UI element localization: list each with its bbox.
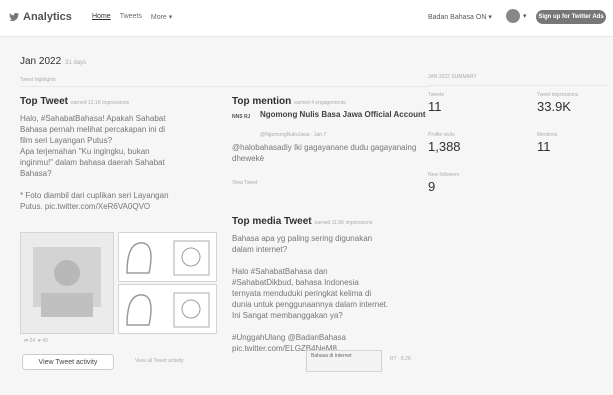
nav-tweets[interactable]: Tweets (120, 13, 142, 21)
top-tweet-meta: earned 12.1K impressions (70, 100, 130, 106)
stat-impressions: Tweet impressions 33.9K (537, 92, 578, 114)
top-mention-title: Top mention (232, 96, 292, 107)
tweet-text-line: dalam internet? (232, 245, 288, 254)
brand-label: Analytics (23, 11, 72, 23)
stat-profile-visits: Profile visits 1,388 (428, 132, 461, 154)
divider (20, 86, 430, 87)
top-media-title: Top media Tweet (232, 216, 312, 227)
tweet-text-line: dunia untuk penggunaannya dalam internet… (232, 300, 389, 309)
mention-account-name[interactable]: Ngomong Nulis Basa Jawa Official Account (260, 110, 430, 120)
top-media-card: Top media Tweet earned 11.5K impressions … (232, 216, 427, 354)
nav-home[interactable]: Home (92, 13, 111, 21)
engagement-row: ⇄ 24 ♥ 40 (24, 338, 48, 344)
tweet-text-line: Halo #SahabatBahasa dan (232, 267, 328, 276)
mention-account-logo: NNS RJ (232, 114, 251, 120)
month-label: Jan 2022 (20, 56, 62, 67)
top-bar: Analytics Home Tweets More ▾ Badan Bahas… (0, 0, 613, 37)
cartoon-placeholder (126, 292, 210, 328)
top-mention-meta: earned 4 engagements (294, 100, 346, 106)
stat-label: Tweets (428, 92, 444, 98)
signup-ads-button[interactable]: Sign up for Twitter Ads (536, 10, 606, 24)
mention-handle[interactable]: @NgomongNulisJawa · Jan 7 (260, 132, 326, 138)
tweet-text-line: Ini Sangat membanggakan ya? (232, 311, 343, 320)
top-tweet-card: Top Tweet earned 12.1K impressions Halo, … (20, 96, 215, 212)
top-mention-heading: Top mention earned 4 engagements (232, 96, 427, 107)
tweet-text-line (232, 255, 427, 266)
main-nav: Home Tweets More ▾ (92, 13, 172, 21)
stat-new-followers: New followers 9 (428, 172, 459, 194)
tweet-text-line: Bahasa apa yg paling sering digunakan (232, 234, 373, 243)
stats-divider (428, 85, 608, 86)
top-media-text: Bahasa apa yg paling sering digunakan dal… (232, 233, 427, 354)
account-switcher[interactable]: Badan Bahasa ON ▾ (428, 13, 492, 21)
tweet-text-line: #UnggahUlang @BadanBahasa (232, 333, 346, 342)
tweet-text-line: inginmu!" dalam bahasa daerah Sahabat (20, 158, 165, 167)
top-media-heading: Top media Tweet earned 11.5K impressions (232, 216, 427, 227)
stat-value: 1,388 (428, 139, 461, 154)
avatar[interactable] (506, 9, 520, 23)
media-share-count: RT · 8.2K (390, 356, 412, 362)
tweet-text-line: #SahabatDikbud, bahasa Indonesia (232, 278, 359, 287)
media-thumbnail[interactable]: Bahasa di Internet (306, 350, 382, 372)
retweet-count: 24 (29, 338, 36, 344)
period-title: Jan 2022 31 days (20, 56, 86, 67)
top-tweet-text: Halo, #SahabatBahasa! Apakah Sahabat Baha… (20, 113, 215, 212)
stat-label: New followers (428, 172, 460, 178)
view-mention-link[interactable]: View Tweet (232, 180, 257, 186)
stat-value: 11 (428, 99, 442, 114)
like-count: 40 (42, 338, 48, 344)
tweet-text-line: film seri Layangan Putus? (20, 136, 113, 145)
brand[interactable]: Analytics (8, 11, 72, 23)
top-tweet-title: Top Tweet (20, 96, 68, 107)
tweet-text-line: ternyata menduduki peringkat kelima di (232, 289, 372, 298)
tweet-text-line (232, 321, 427, 332)
tweet-image-1[interactable] (20, 232, 114, 334)
like-icon: ♥ (37, 338, 41, 344)
stat-label: Tweet impressions (537, 92, 579, 98)
tweet-text-line: Apa terjemahan "Ku ingingku, bukan (20, 147, 150, 156)
tweet-text-line: * Foto diambil dari cuplikan seri Layang… (20, 191, 169, 200)
tweet-text-line: Halo, #SahabatBahasa! Apakah Sahabat (20, 114, 166, 123)
tweet-text-line: Bahasa pernah melihat percakapan ini di (20, 125, 165, 134)
stat-mentions: Mentions 11 (537, 132, 557, 154)
photo-placeholder (33, 247, 101, 317)
top-media-meta: earned 11.5K impressions (314, 220, 373, 226)
stat-tweets: Tweets 11 (428, 92, 444, 114)
nav-more[interactable]: More ▾ (151, 13, 172, 21)
cartoon-placeholder (126, 240, 210, 276)
tweet-text-line (20, 179, 215, 190)
stat-label: Profile visits (428, 132, 455, 138)
view-tweet-activity-button[interactable]: View Tweet activity (22, 354, 114, 370)
top-tweet-heading: Top Tweet earned 12.1K impressions (20, 96, 215, 107)
stat-label: Mentions (537, 132, 558, 138)
stat-value: 33.9K (537, 99, 571, 114)
tweet-image-2[interactable] (118, 232, 217, 282)
stat-value: 11 (537, 139, 551, 154)
tweet-text-line: Bahasa? (20, 169, 52, 178)
stat-value: 9 (428, 179, 436, 194)
mention-text: @halobahasadiy Iki gagayanane dudu gagay… (232, 143, 417, 163)
chevron-down-icon[interactable]: ▾ (523, 12, 527, 20)
days-label: 31 days (65, 60, 87, 66)
retweet-icon: ⇄ (24, 338, 29, 344)
top-mention-card: Top mention earned 4 engagements (232, 96, 427, 107)
period-summary: Tweet highlights (20, 77, 56, 83)
tweet-text-line: Putus. pic.twitter.com/XeR6VA0QVO (20, 202, 151, 211)
view-all-activity-link[interactable]: View all Tweet activity (135, 358, 183, 364)
tweet-image-3[interactable] (118, 284, 217, 334)
twitter-bird-icon (9, 12, 20, 22)
thumbnail-caption: Bahasa di Internet (311, 353, 352, 359)
stats-heading: JAN 2022 SUMMARY (428, 74, 477, 80)
